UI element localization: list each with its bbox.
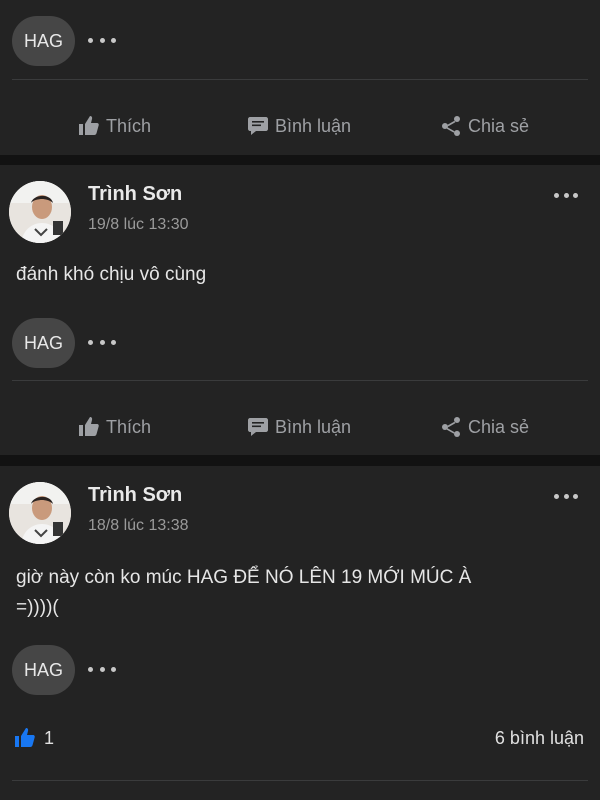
avatar-photo	[9, 482, 71, 544]
divider	[12, 780, 588, 781]
tag-chip[interactable]: HAG	[12, 16, 75, 66]
action-bar: Thích Bình luận Chia sẻ	[0, 399, 600, 455]
share-label: Chia sẻ	[468, 416, 530, 437]
comment-icon	[248, 418, 268, 436]
post-menu-icon[interactable]	[554, 192, 578, 198]
post-timestamp[interactable]: 19/8 lúc 13:30	[88, 216, 189, 234]
thumbs-up-filled-icon	[15, 728, 35, 747]
comment-button[interactable]: Bình luận	[246, 399, 351, 455]
author-name[interactable]: Trình Sơn	[88, 183, 182, 206]
post-card: HAG Thích Bình luận Chia sẻ	[0, 0, 600, 155]
share-button[interactable]: Chia sẻ	[439, 399, 529, 455]
post-text: giờ này còn ko múc HAG ĐỂ NÓ LÊN 19 MỚI …	[16, 563, 471, 623]
like-label: Thích	[106, 115, 152, 136]
comment-button[interactable]: Bình luận	[246, 98, 351, 154]
share-icon	[442, 116, 460, 136]
share-button[interactable]: Chia sẻ	[439, 98, 529, 154]
action-bar: Thích Bình luận Chia sẻ	[0, 98, 600, 154]
post-menu-icon[interactable]	[554, 493, 578, 499]
comment-label: Bình luận	[275, 416, 352, 437]
like-button[interactable]: Thích	[77, 399, 151, 455]
comment-label: Bình luận	[275, 115, 352, 136]
thumbs-up-icon	[79, 417, 99, 436]
avatar[interactable]	[9, 482, 71, 544]
post-card: Trình Sơn 18/8 lúc 13:38 giờ này còn ko …	[0, 466, 600, 800]
divider	[12, 380, 588, 381]
post-text: đánh khó chịu vô cùng	[16, 260, 206, 290]
share-label: Chia sẻ	[468, 115, 530, 136]
reaction-summary: 1 6 bình luận	[0, 723, 600, 753]
post-text-line: giờ này còn ko múc HAG ĐỂ NÓ LÊN 19 MỚI …	[16, 567, 472, 588]
post-text-line: đánh khó chịu vô cùng	[16, 264, 207, 285]
post-header: Trình Sơn 19/8 lúc 13:30	[0, 165, 600, 255]
tag-more-icon[interactable]	[88, 664, 116, 674]
tag-more-icon[interactable]	[88, 35, 116, 45]
tag-chip[interactable]: HAG	[12, 645, 75, 695]
post-timestamp[interactable]: 18/8 lúc 13:38	[88, 517, 189, 535]
post-header: Trình Sơn 18/8 lúc 13:38	[0, 466, 600, 556]
like-count[interactable]: 1	[13, 723, 54, 753]
like-button[interactable]: Thích	[77, 98, 151, 154]
divider	[12, 79, 588, 80]
tag-more-icon[interactable]	[88, 337, 116, 347]
post-text-line: =))))(	[16, 597, 59, 618]
tag-chip[interactable]: HAG	[12, 318, 75, 368]
share-icon	[442, 417, 460, 437]
author-name[interactable]: Trình Sơn	[88, 484, 182, 507]
like-count-value: 1	[44, 727, 55, 748]
comment-icon	[248, 117, 268, 135]
avatar-photo	[9, 181, 71, 243]
avatar[interactable]	[9, 181, 71, 243]
thumbs-up-icon	[79, 116, 99, 135]
post-card: Trình Sơn 19/8 lúc 13:30 đánh khó chịu v…	[0, 165, 600, 455]
comment-count[interactable]: 6 bình luận	[495, 723, 584, 753]
like-label: Thích	[106, 416, 152, 437]
